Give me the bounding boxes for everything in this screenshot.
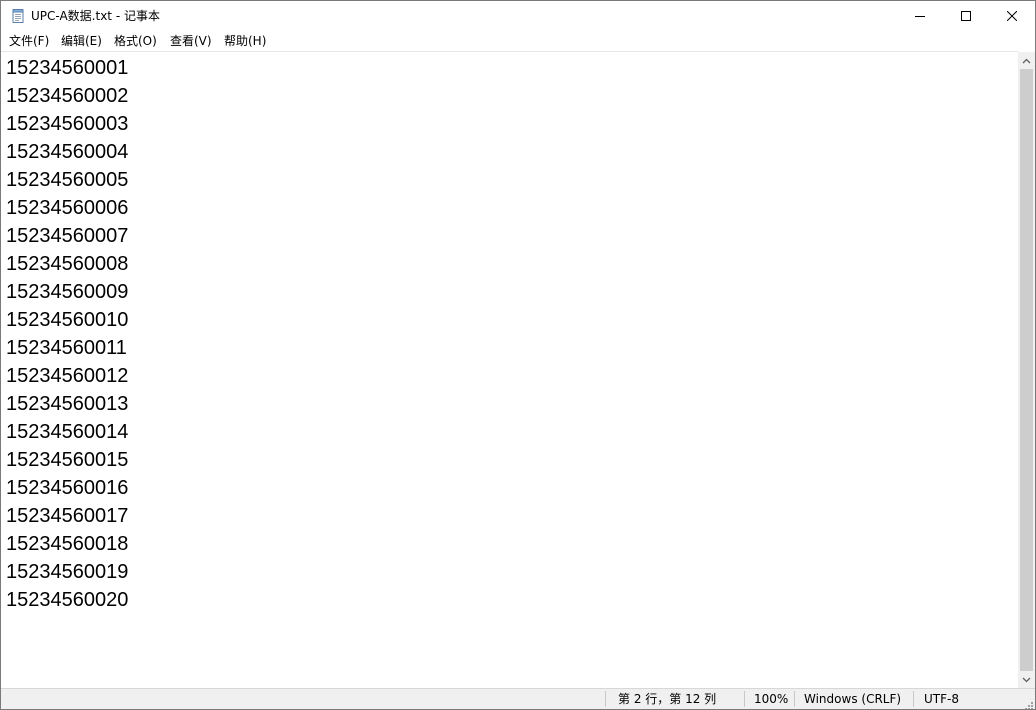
- menu-help[interactable]: 帮助(H): [218, 31, 272, 51]
- chevron-down-icon: [1022, 677, 1031, 682]
- editor-line[interactable]: 15234560011: [6, 334, 128, 362]
- editor-line[interactable]: 15234560007: [6, 222, 128, 250]
- editor-line[interactable]: 15234560008: [6, 250, 128, 278]
- editor-line[interactable]: 15234560012: [6, 362, 128, 390]
- editor-line[interactable]: 15234560006: [6, 194, 128, 222]
- status-bar: 第 2 行，第 12 列 100% Windows (CRLF) UTF-8: [1, 688, 1035, 709]
- close-button[interactable]: [989, 1, 1035, 31]
- editor-line[interactable]: 15234560009: [6, 278, 128, 306]
- status-cursor-position: 第 2 行，第 12 列: [618, 692, 717, 706]
- editor-line[interactable]: 15234560004: [6, 138, 128, 166]
- scrollbar-thumb[interactable]: [1020, 69, 1033, 671]
- minimize-button[interactable]: [897, 1, 943, 31]
- status-separator: [605, 691, 606, 707]
- menu-bar: 文件(F) 编辑(E) 格式(O) 查看(V) 帮助(H): [1, 31, 1035, 51]
- editor-line[interactable]: 15234560017: [6, 502, 128, 530]
- menu-view[interactable]: 查看(V): [164, 31, 218, 51]
- editor-line[interactable]: 15234560010: [6, 306, 128, 334]
- maximize-button[interactable]: [943, 1, 989, 31]
- notepad-window: UPC-A数据.txt - 记事本 文件(F) 编辑(E) 格式(O) 查看(V…: [0, 0, 1036, 710]
- resize-grip-icon[interactable]: [1022, 696, 1034, 709]
- menu-format[interactable]: 格式(O): [108, 31, 163, 51]
- editor-line[interactable]: 15234560018: [6, 530, 128, 558]
- scroll-down-button[interactable]: [1018, 671, 1035, 688]
- editor-line[interactable]: 15234560005: [6, 166, 128, 194]
- close-icon: [1007, 11, 1017, 21]
- editor-line[interactable]: 15234560020: [6, 586, 128, 614]
- status-encoding: UTF-8: [924, 692, 959, 706]
- editor-line[interactable]: 15234560019: [6, 558, 128, 586]
- scroll-up-button[interactable]: [1018, 52, 1035, 69]
- menu-edit[interactable]: 编辑(E): [55, 31, 108, 51]
- status-separator: [794, 691, 795, 707]
- editor-line[interactable]: 15234560002: [6, 82, 128, 110]
- status-line-ending: Windows (CRLF): [804, 692, 902, 706]
- text-editor[interactable]: 15234560001 15234560002 15234560003 1523456…: [1, 51, 1018, 689]
- editor-line[interactable]: 15234560003: [6, 110, 128, 138]
- status-separator: [913, 691, 914, 707]
- status-zoom: 100%: [754, 692, 789, 706]
- editor-line[interactable]: 15234560015: [6, 446, 128, 474]
- editor-line[interactable]: 15234560013: [6, 390, 128, 418]
- menu-file[interactable]: 文件(F): [3, 31, 55, 51]
- editor-line[interactable]: 15234560016: [6, 474, 128, 502]
- title-bar[interactable]: UPC-A数据.txt - 记事本: [1, 1, 1035, 31]
- window-title: UPC-A数据.txt - 记事本: [31, 9, 160, 23]
- chevron-up-icon: [1022, 58, 1031, 63]
- status-separator: [744, 691, 745, 707]
- vertical-scrollbar[interactable]: [1018, 52, 1035, 688]
- editor-line[interactable]: 15234560014: [6, 418, 128, 446]
- editor-line[interactable]: 15234560001: [6, 54, 128, 82]
- minimize-icon: [915, 16, 925, 17]
- maximize-icon: [961, 11, 971, 21]
- notepad-icon[interactable]: [10, 8, 26, 24]
- editor-content[interactable]: 15234560001 15234560002 15234560003 1523456…: [6, 54, 128, 614]
